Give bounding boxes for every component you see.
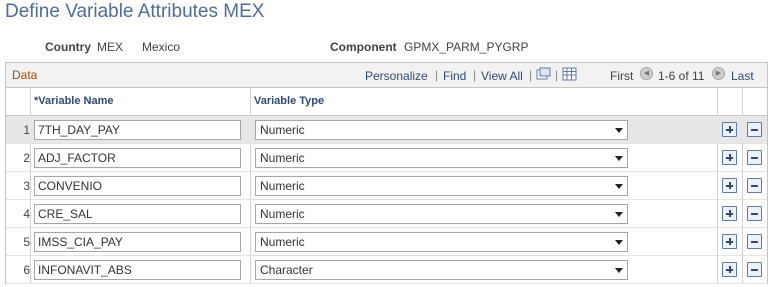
variable-type-value: Numeric [260, 207, 305, 221]
component-value: GPMX_PARM_PYGRP [404, 40, 529, 54]
variable-name-input[interactable]: INFONAVIT_ABS [34, 260, 241, 280]
variable-type-value: Numeric [260, 235, 305, 249]
data-grid: Data Personalize | Find | View All | | F… [5, 62, 768, 284]
country-code: MEX [97, 40, 124, 54]
variable-type-value: Numeric [260, 123, 305, 137]
variable-type-select[interactable]: Numeric [255, 148, 628, 168]
chevron-down-icon [615, 212, 623, 217]
delete-row-button[interactable] [747, 234, 762, 249]
variable-type-select[interactable]: Numeric [255, 176, 628, 196]
component-label: Component [330, 40, 397, 54]
add-row-button[interactable] [722, 122, 737, 137]
table-row: 3 CONVENIO Numeric [6, 172, 767, 200]
chevron-down-icon [615, 268, 623, 273]
country-label: Country [45, 40, 91, 54]
add-row-button[interactable] [722, 150, 737, 165]
chevron-down-icon [615, 184, 623, 189]
variable-type-select[interactable]: Numeric [255, 120, 628, 140]
column-header-variable-type[interactable]: Variable Type [254, 95, 324, 107]
table-row: 6 INFONAVIT_ABS Character [6, 256, 767, 284]
add-row-button[interactable] [722, 178, 737, 193]
delete-row-button[interactable] [747, 122, 762, 137]
first-label: First [610, 69, 634, 83]
country-name: Mexico [142, 40, 181, 54]
zoom-icon[interactable] [536, 67, 551, 81]
grid-caption: Data [12, 68, 38, 82]
variable-name-input[interactable]: ADJ_FACTOR [34, 148, 241, 168]
add-row-button[interactable] [722, 206, 737, 221]
delete-row-button[interactable] [747, 262, 762, 277]
chevron-down-icon [615, 156, 623, 161]
delete-row-button[interactable] [747, 178, 762, 193]
variable-name-input[interactable]: 7TH_DAY_PAY [34, 120, 241, 140]
page-title: Define Variable Attributes MEX [5, 1, 265, 22]
table-row: 4 CRE_SAL Numeric [6, 200, 767, 228]
row-number: 3 [23, 179, 30, 193]
variable-type-select[interactable]: Numeric [255, 232, 628, 252]
row-number: 6 [23, 263, 30, 277]
find-link[interactable]: Find [443, 69, 466, 83]
row-range: 1-6 of 11 [658, 69, 705, 83]
add-row-button[interactable] [722, 234, 737, 249]
variable-type-value: Numeric [260, 179, 305, 193]
variable-type-select[interactable]: Numeric [255, 204, 628, 224]
separator: | [473, 68, 477, 82]
next-arrow-icon[interactable]: ▶ [712, 67, 725, 80]
last-link[interactable]: Last [731, 69, 754, 83]
column-header-row: *Variable Name Variable Type [6, 88, 767, 116]
column-header-variable-name[interactable]: *Variable Name [34, 95, 114, 107]
row-number: 5 [23, 235, 30, 249]
variable-type-value: Numeric [260, 151, 305, 165]
download-grid-icon[interactable] [562, 67, 577, 81]
delete-row-button[interactable] [747, 150, 762, 165]
variable-name-input[interactable]: CRE_SAL [34, 204, 241, 224]
grid-header: Data Personalize | Find | View All | | F… [6, 63, 767, 88]
personalize-link[interactable]: Personalize [365, 69, 428, 83]
table-row: 2 ADJ_FACTOR Numeric [6, 144, 767, 172]
row-number: 2 [23, 151, 30, 165]
table-row: 1 7TH_DAY_PAY Numeric [6, 116, 767, 144]
separator: | [435, 68, 439, 82]
row-number: 4 [23, 207, 30, 221]
view-all-link[interactable]: View All [481, 69, 523, 83]
table-row: 5 IMSS_CIA_PAY Numeric [6, 228, 767, 256]
row-number: 1 [23, 123, 30, 137]
variable-type-value: Character [260, 263, 313, 277]
variable-type-select[interactable]: Character [255, 260, 628, 280]
separator: | [529, 68, 533, 82]
chevron-down-icon [615, 240, 623, 245]
separator: | [555, 68, 559, 82]
previous-arrow-icon[interactable]: ◀ [640, 67, 653, 80]
variable-name-input[interactable]: CONVENIO [34, 176, 241, 196]
chevron-down-icon [615, 128, 623, 133]
delete-row-button[interactable] [747, 206, 762, 221]
variable-name-input[interactable]: IMSS_CIA_PAY [34, 232, 241, 252]
add-row-button[interactable] [722, 262, 737, 277]
